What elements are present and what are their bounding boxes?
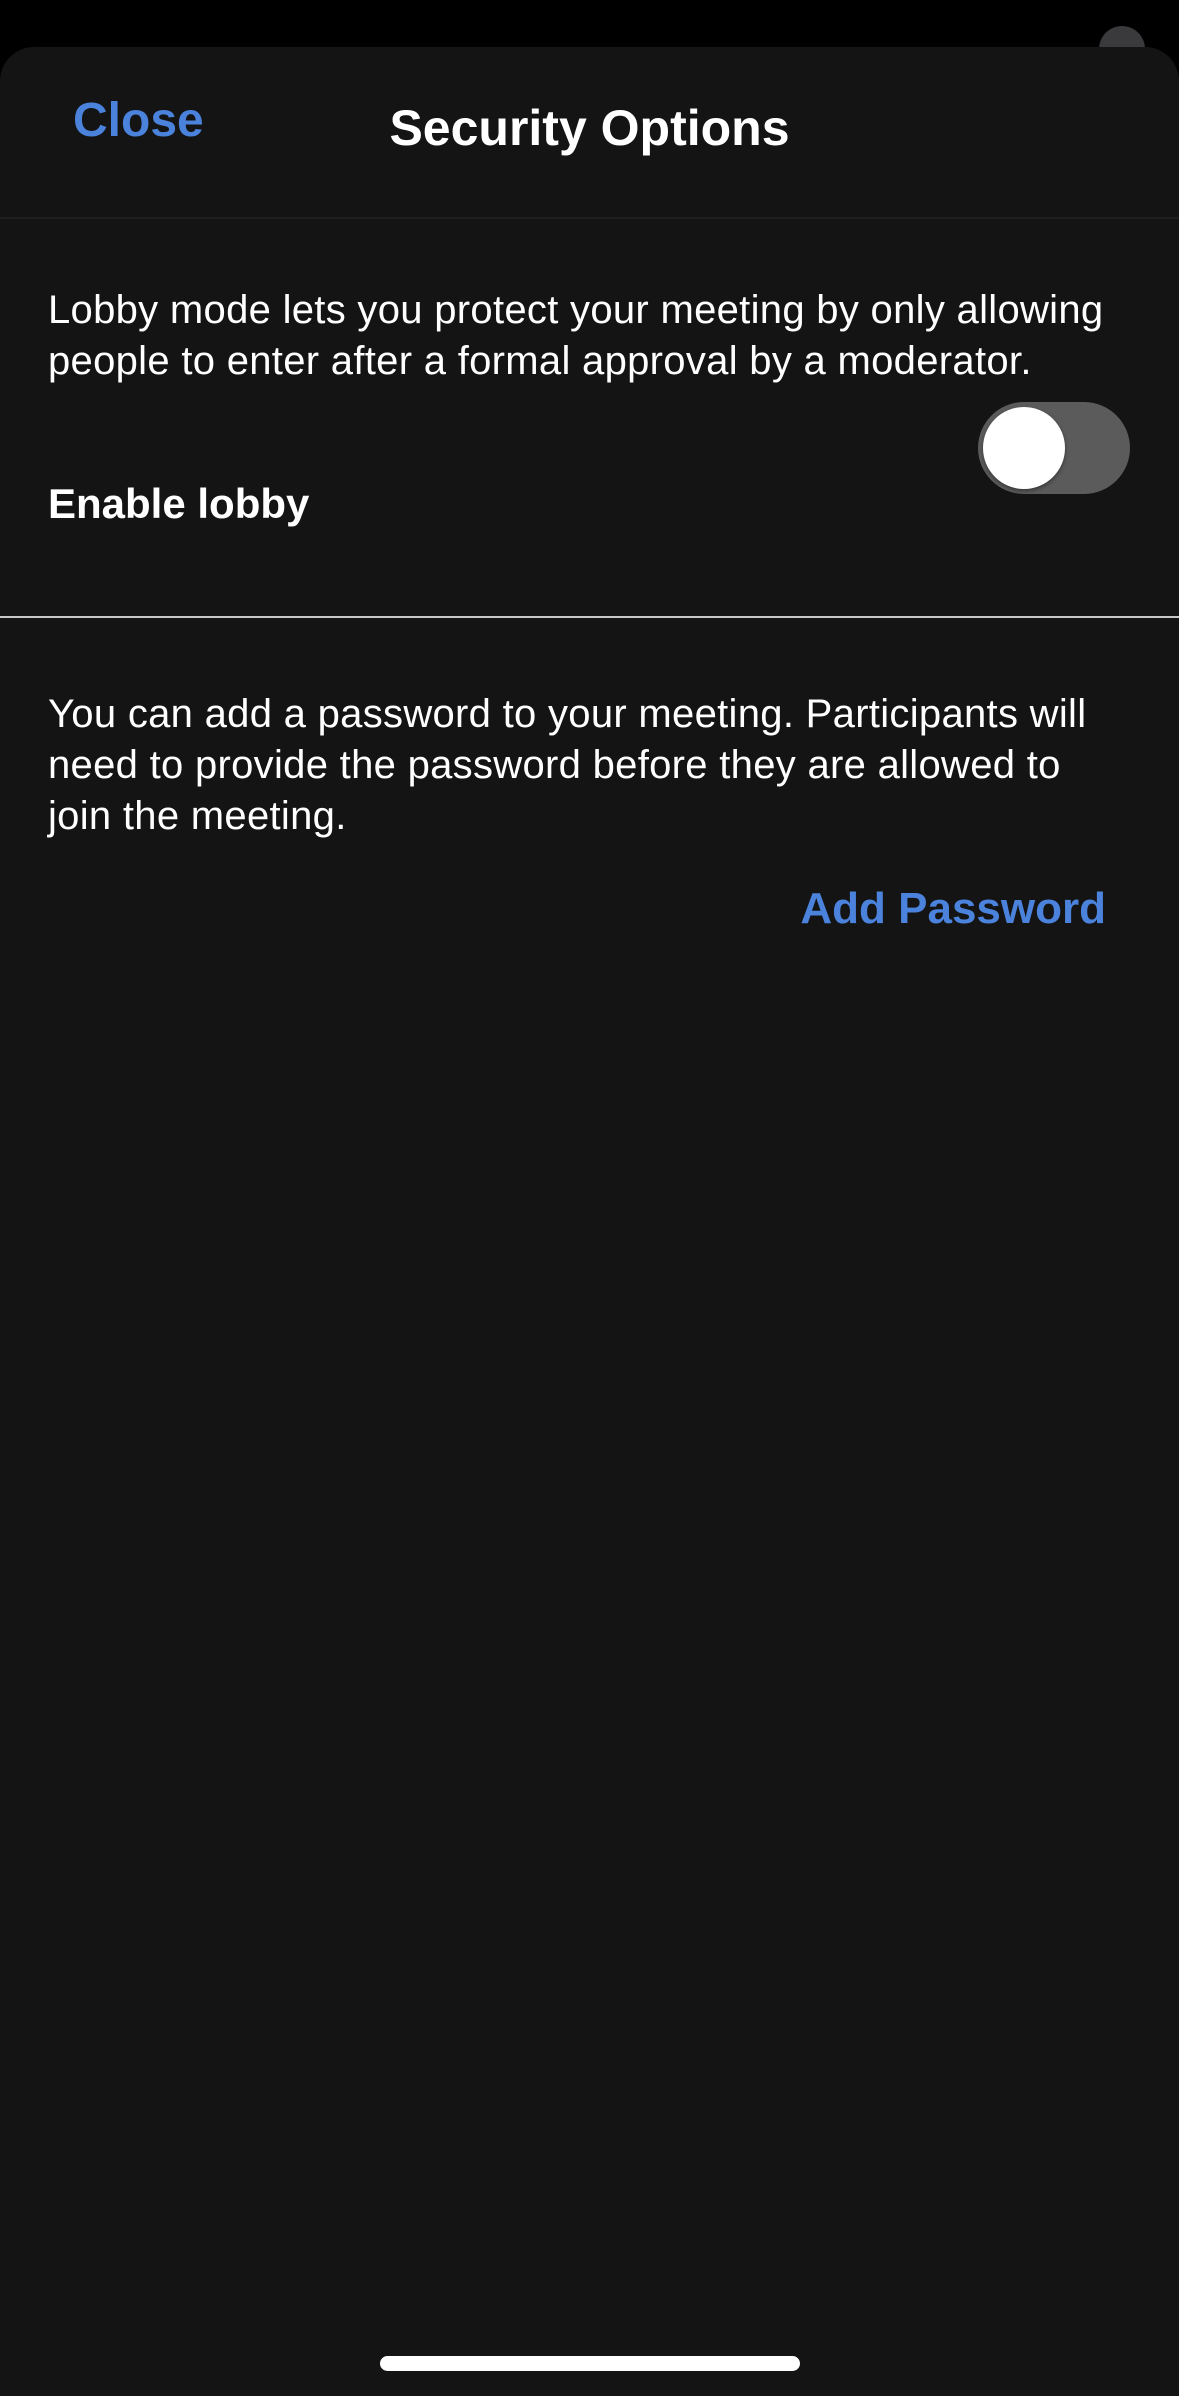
- enable-lobby-label: Enable lobby: [48, 480, 310, 527]
- screen: Close Security Options Lobby mode lets y…: [0, 0, 1179, 2396]
- enable-lobby-toggle[interactable]: [978, 402, 1130, 494]
- add-password-button[interactable]: Add Password: [800, 887, 1106, 931]
- toggle-knob: [983, 407, 1065, 489]
- password-description: You can add a password to your meeting. …: [48, 692, 1087, 838]
- lobby-description: Lobby mode lets you protect your meeting…: [48, 288, 1104, 383]
- page-title: Security Options: [389, 100, 790, 156]
- sheet-header: Close Security Options: [0, 47, 1179, 219]
- security-options-sheet: Close Security Options Lobby mode lets y…: [0, 47, 1179, 2396]
- home-indicator: [380, 2356, 800, 2371]
